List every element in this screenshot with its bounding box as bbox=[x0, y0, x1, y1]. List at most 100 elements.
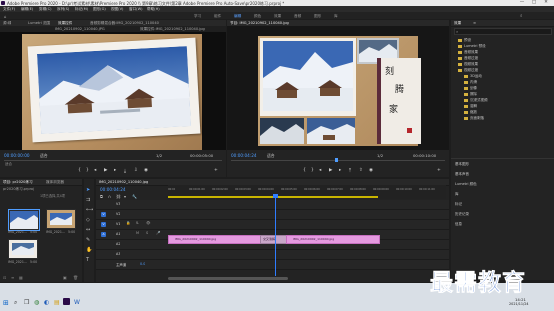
menu-marker[interactable]: 标记(M) bbox=[75, 7, 88, 12]
selection-tool-icon[interactable]: ➤ bbox=[86, 187, 90, 193]
menu-edit[interactable]: 编辑(E) bbox=[21, 7, 33, 12]
timeline-playhead[interactable] bbox=[275, 196, 276, 276]
search-taskbar-icon[interactable]: ⌕ bbox=[14, 299, 17, 307]
workspace-tab-editing[interactable]: 编辑 bbox=[234, 14, 241, 19]
mic-icon[interactable]: 🎤 bbox=[156, 231, 160, 235]
overwrite-icon[interactable]: ⇩ bbox=[134, 168, 138, 173]
source-resolution-dropdown[interactable]: 1/2 bbox=[156, 153, 162, 158]
pen-tool-icon[interactable]: ✎ bbox=[86, 237, 90, 243]
timeline-scrollbar[interactable] bbox=[168, 277, 288, 280]
section-info[interactable]: 信息 bbox=[455, 222, 462, 227]
search-icon[interactable]: ⌕ bbox=[520, 13, 523, 19]
sync-lock-icon[interactable]: ⇅ bbox=[136, 221, 139, 225]
ripple-edit-tool-icon[interactable]: ⟷ bbox=[86, 207, 93, 213]
lift-icon[interactable]: ⤒ bbox=[349, 168, 351, 174]
program-export-frame-icon[interactable]: ◉ bbox=[369, 168, 373, 173]
program-step-forward-icon[interactable]: ▸ bbox=[339, 168, 341, 173]
razor-tool-icon[interactable]: ◇ bbox=[86, 217, 90, 223]
slip-tool-icon[interactable]: ↔ bbox=[86, 227, 90, 233]
tree-item-immersive[interactable]: 沉浸式视频 bbox=[464, 98, 488, 103]
tree-item-iris[interactable]: 划像 bbox=[464, 86, 477, 91]
timeline-clip-2[interactable]: IMG_20210902_110040.jpg bbox=[286, 235, 380, 244]
program-timecode[interactable]: 00:00:04:24 bbox=[231, 153, 257, 158]
extract-icon[interactable]: ⇧ bbox=[359, 168, 363, 173]
tab-sequence[interactable]: IMG_20210902_110040.jpg bbox=[99, 180, 189, 184]
mute-icon[interactable]: M bbox=[136, 231, 139, 235]
tree-item-slide[interactable]: 内滑 bbox=[464, 80, 477, 85]
linked-selection-icon[interactable]: ⛓ bbox=[116, 194, 121, 199]
tab-project[interactable]: 项目: pr2020练习 bbox=[3, 180, 43, 185]
home-icon[interactable]: ⌂ bbox=[4, 14, 7, 19]
tree-item-audio-effects[interactable]: 音频效果 bbox=[458, 50, 478, 55]
edge-icon[interactable]: ◐ bbox=[44, 299, 49, 306]
word-icon[interactable]: W bbox=[74, 299, 80, 306]
master-volume[interactable]: 0.0 bbox=[140, 262, 145, 266]
plus-icon[interactable]: + bbox=[214, 168, 218, 173]
tree-item-3d-motion[interactable]: 3D运动 bbox=[464, 74, 482, 79]
program-play-icon[interactable]: ▶ bbox=[329, 168, 332, 173]
tree-item-lumetri-presets[interactable]: Lumetri 预设 bbox=[458, 44, 486, 49]
snap-icon[interactable]: ∩ bbox=[108, 194, 111, 199]
effects-search-input[interactable]: ⌕ bbox=[454, 28, 552, 35]
section-essential-sound[interactable]: 基本声音 bbox=[455, 172, 469, 177]
track-target-a1[interactable]: A bbox=[101, 232, 106, 237]
mark-out-icon[interactable]: } bbox=[86, 168, 89, 173]
tree-item-video-effects[interactable]: 视频效果 bbox=[458, 62, 478, 67]
section-lumetri-color[interactable]: Lumetri 颜色 bbox=[455, 182, 477, 187]
workspace-tab-graphics[interactable]: 图形 bbox=[314, 14, 321, 19]
program-video-area[interactable]: 刻 腾 家 bbox=[227, 26, 449, 150]
windows-start-icon[interactable]: ⊞ bbox=[3, 299, 9, 307]
tree-item-presets[interactable]: 预设 bbox=[458, 38, 471, 43]
premiere-taskbar-icon[interactable] bbox=[63, 298, 70, 305]
icon-view-icon[interactable]: ▦ bbox=[19, 275, 23, 280]
menu-graphics[interactable]: 图形(G) bbox=[93, 7, 106, 12]
source-video-area[interactable] bbox=[0, 32, 226, 150]
source-scrub-bar[interactable] bbox=[4, 160, 222, 161]
program-resolution-dropdown[interactable]: 1/2 bbox=[377, 153, 383, 158]
effects-menu-icon[interactable]: ≡ bbox=[473, 21, 476, 25]
tree-item-audio-transitions[interactable]: 音频过渡 bbox=[458, 56, 478, 61]
playhead-handle[interactable] bbox=[273, 194, 278, 198]
project-clip-thumb-2[interactable] bbox=[46, 209, 76, 229]
lock-track-icon[interactable]: 🔒 bbox=[126, 221, 130, 225]
source-clip-tab[interactable]: IMG_20210902_110040.JPG bbox=[55, 27, 135, 31]
track-target-v1[interactable]: V bbox=[101, 222, 106, 227]
program-playhead-marker[interactable] bbox=[335, 158, 338, 162]
timeline-ruler[interactable]: 00:00 00:00:01:00 00:00:02:00 00:00:03:0… bbox=[168, 185, 446, 199]
step-back-icon[interactable]: ◂ bbox=[94, 168, 96, 173]
mark-in-icon[interactable]: { bbox=[78, 168, 81, 173]
workspace-tab-learn[interactable]: 学习 bbox=[194, 14, 201, 19]
tree-item-dissolve[interactable]: 溶解 bbox=[464, 104, 477, 109]
section-history[interactable]: 历史记录 bbox=[455, 212, 469, 217]
clock-date[interactable]: 2021/11/24 bbox=[509, 302, 529, 306]
menu-clip[interactable]: 剪辑(C) bbox=[39, 7, 52, 12]
step-forward-icon[interactable]: ▸ bbox=[114, 168, 116, 173]
workspace-tab-libraries[interactable]: 库 bbox=[334, 14, 338, 19]
tab-effects[interactable]: 效果 bbox=[454, 21, 461, 26]
menu-window[interactable]: 窗口(W) bbox=[129, 7, 143, 12]
play-icon[interactable]: ▶ bbox=[104, 168, 107, 173]
source-timecode[interactable]: 00:00:00:00 bbox=[4, 153, 30, 158]
timeline-timecode[interactable]: 00:00:04:24 bbox=[100, 187, 126, 192]
track-master[interactable]: 主声道 0.0 bbox=[96, 260, 449, 270]
source-fit-dropdown[interactable]: 适合 bbox=[40, 153, 48, 159]
trash-icon[interactable]: 🗑 bbox=[73, 275, 78, 280]
tab-media-browser[interactable]: 媒体浏览器 bbox=[46, 180, 80, 185]
section-libraries[interactable]: 库 bbox=[455, 192, 459, 197]
project-clip-thumb-1[interactable] bbox=[8, 209, 40, 231]
browser-icon[interactable]: ◍ bbox=[34, 299, 39, 306]
tree-item-wipe[interactable]: 擦除 bbox=[464, 92, 477, 97]
program-fit-dropdown[interactable]: 适合 bbox=[267, 153, 275, 159]
program-plus-icon[interactable]: + bbox=[437, 168, 441, 173]
track-v3[interactable]: V3 bbox=[96, 200, 449, 210]
menu-help[interactable]: 帮助(H) bbox=[147, 7, 160, 12]
section-essential-graphics[interactable]: 基本图形 bbox=[455, 162, 469, 167]
tree-item-zoom[interactable]: 缩放 bbox=[464, 110, 477, 115]
section-markers[interactable]: 标记 bbox=[455, 202, 462, 207]
workspace-tab-color[interactable]: 颜色 bbox=[254, 14, 261, 19]
nest-toggle-icon[interactable]: ⧉ bbox=[100, 194, 103, 199]
program-step-back-icon[interactable]: ◂ bbox=[319, 168, 321, 173]
workspace-tab-assembly[interactable]: 组件 bbox=[214, 14, 221, 19]
hand-tool-icon[interactable]: ✋ bbox=[86, 247, 92, 253]
transition-cross-dissolve[interactable]: 交叉溶解 bbox=[260, 235, 288, 244]
